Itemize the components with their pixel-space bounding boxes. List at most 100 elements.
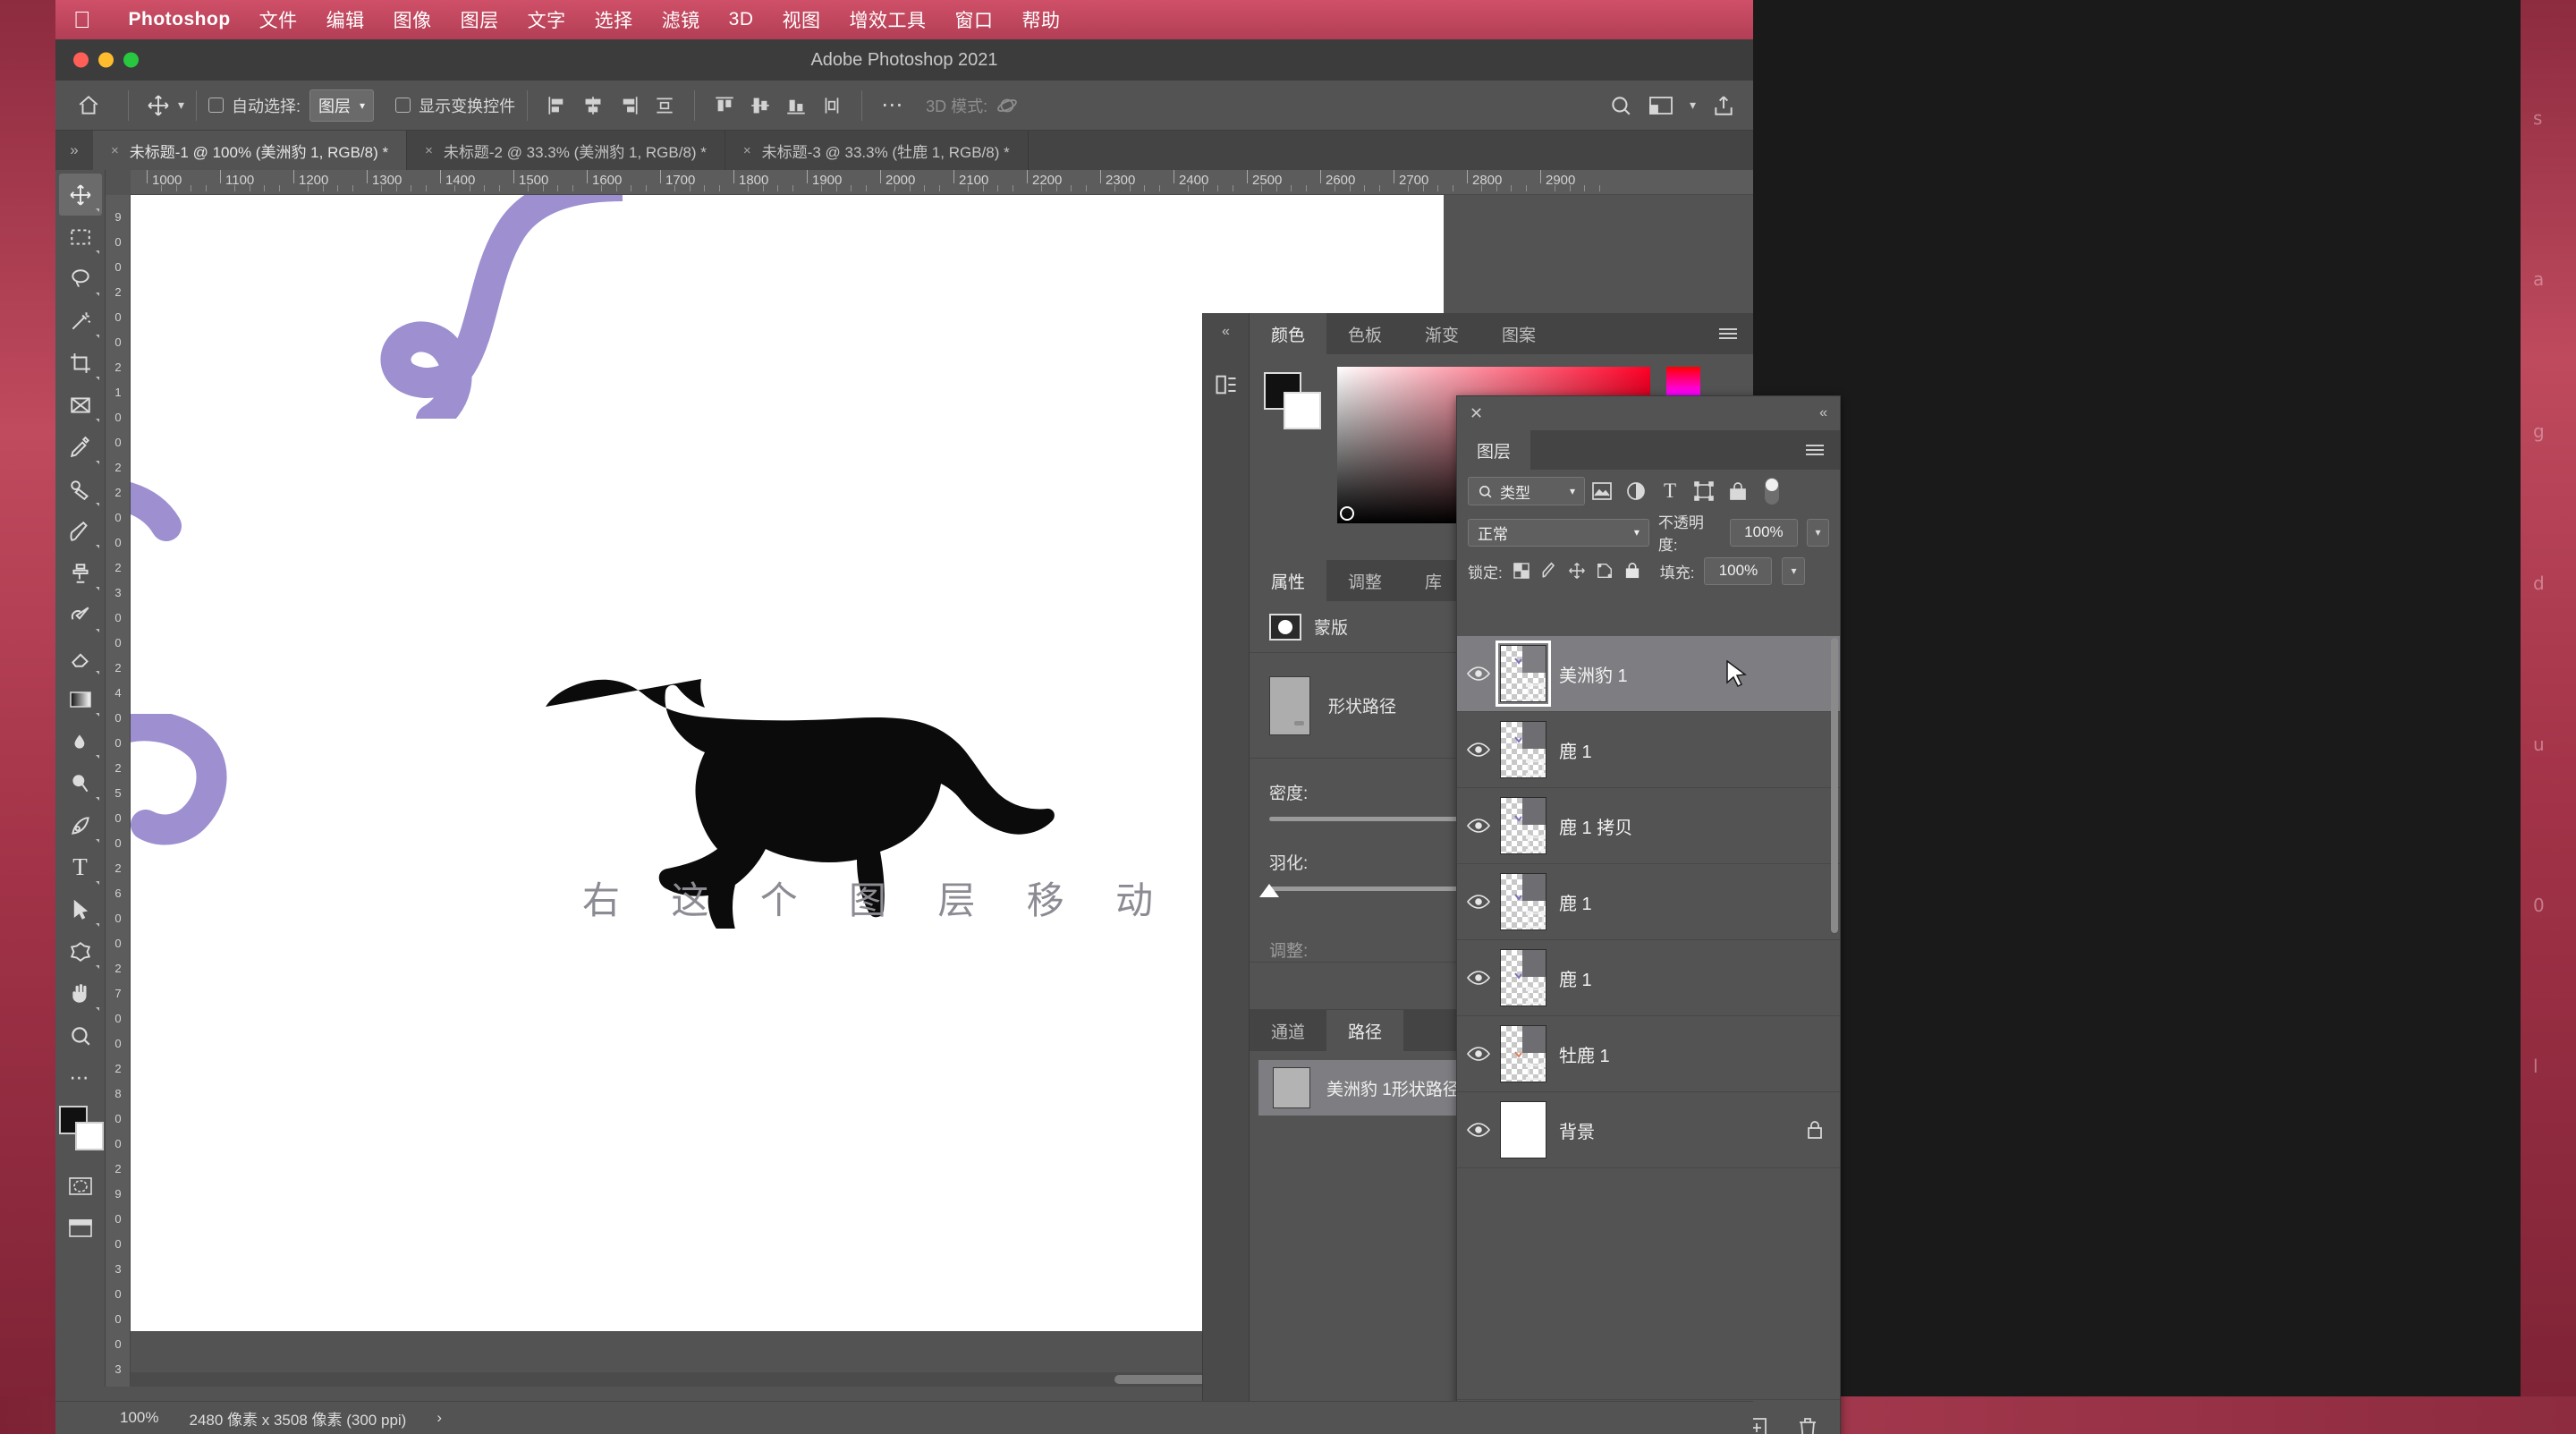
layer-visibility-icon[interactable] <box>1457 1046 1500 1062</box>
tab-libraries[interactable]: 库 <box>1403 560 1463 601</box>
layer-visibility-icon[interactable] <box>1457 742 1500 758</box>
tab-color[interactable]: 颜色 <box>1250 313 1326 354</box>
tab-scroll-icon[interactable]: » <box>55 131 93 170</box>
share-icon[interactable] <box>1712 94 1735 117</box>
horizontal-ruler[interactable]: 1000110012001300140015001600170018001900… <box>131 170 1753 195</box>
orbit-3d-icon[interactable] <box>987 94 1027 117</box>
layers-scrollbar[interactable] <box>1831 638 1838 933</box>
maximize-window-button[interactable] <box>123 53 139 68</box>
history-brush-tool[interactable] <box>59 594 102 636</box>
brush-tool[interactable] <box>59 510 102 552</box>
tab-layers[interactable]: 图层 <box>1457 430 1530 470</box>
document-tab-3[interactable]: × 未标题-3 @ 33.3% (牡鹿 1, RGB/8) * <box>725 131 1029 170</box>
menu-item-filter[interactable]: 滤镜 <box>648 6 715 33</box>
zoom-level[interactable]: 100% <box>120 1409 158 1427</box>
magic-wand-tool[interactable] <box>59 300 102 342</box>
path-selection-tool[interactable] <box>59 888 102 930</box>
hand-tool[interactable] <box>59 972 102 1014</box>
opacity-stepper-icon[interactable]: ▾ <box>1807 519 1829 547</box>
lock-image-icon[interactable] <box>1540 562 1558 580</box>
layer-visibility-icon[interactable] <box>1457 970 1500 986</box>
quick-mask-icon[interactable] <box>59 1165 102 1207</box>
layer-lock-icon[interactable] <box>1806 1120 1824 1140</box>
lasso-tool[interactable] <box>59 258 102 300</box>
layer-visibility-icon[interactable] <box>1457 1122 1500 1138</box>
type-filter-icon[interactable]: T <box>1653 479 1687 503</box>
blur-tool[interactable] <box>59 720 102 762</box>
more-options-icon[interactable]: ⋯ <box>874 92 911 118</box>
layer-filter-dropdown[interactable]: 类型 ▾ <box>1468 477 1585 505</box>
layer-row[interactable]: 美洲豹 1 <box>1457 636 1840 712</box>
chevron-down-icon[interactable]: ▾ <box>1690 98 1696 113</box>
opacity-value[interactable]: 100% <box>1730 519 1798 547</box>
fill-value[interactable]: 100% <box>1704 557 1772 585</box>
close-icon[interactable]: ✕ <box>1470 404 1483 423</box>
align-top-icon[interactable] <box>709 90 740 121</box>
menu-item-edit[interactable]: 编辑 <box>312 6 379 33</box>
layer-thumbnail[interactable] <box>1500 1101 1546 1158</box>
layer-thumbnail[interactable] <box>1500 1025 1546 1082</box>
menu-item-file[interactable]: 文件 <box>245 6 312 33</box>
shape-filter-icon[interactable] <box>1687 481 1721 501</box>
layer-thumbnail[interactable] <box>1500 645 1546 702</box>
close-window-button[interactable] <box>73 53 89 68</box>
menu-item-select[interactable]: 选择 <box>580 6 648 33</box>
type-tool[interactable]: T <box>59 846 102 888</box>
distribute-h-icon[interactable] <box>649 90 680 121</box>
feather-slider-handle[interactable] <box>1259 884 1279 897</box>
menu-item-image[interactable]: 图像 <box>379 6 446 33</box>
move-tool[interactable] <box>59 174 102 216</box>
search-icon[interactable] <box>1609 94 1632 117</box>
screen-mode-icon[interactable] <box>59 1207 102 1249</box>
menu-item-type[interactable]: 文字 <box>513 6 580 33</box>
color-swatches[interactable] <box>57 1104 104 1150</box>
pen-tool[interactable] <box>59 804 102 846</box>
color-picker-handle[interactable] <box>1340 506 1354 521</box>
panel-menu-icon[interactable] <box>1717 313 1753 354</box>
layer-thumbnail[interactable] <box>1500 797 1546 854</box>
layer-row[interactable]: 背景 <box>1457 1092 1840 1168</box>
marquee-tool[interactable] <box>59 216 102 258</box>
blend-mode-dropdown[interactable]: 正常 ▾ <box>1468 519 1649 547</box>
show-transform-checkbox[interactable] <box>395 98 411 113</box>
home-icon[interactable] <box>68 88 109 123</box>
crop-tool[interactable] <box>59 342 102 384</box>
tab-properties[interactable]: 属性 <box>1250 560 1326 601</box>
layer-thumbnail[interactable] <box>1500 949 1546 1006</box>
menu-item-window[interactable]: 窗口 <box>941 6 1008 33</box>
background-color-swatch[interactable] <box>1284 392 1321 429</box>
layer-row[interactable]: 鹿 1 拷贝 <box>1457 788 1840 864</box>
clone-stamp-tool[interactable] <box>59 552 102 594</box>
distribute-v-icon[interactable] <box>817 90 847 121</box>
menu-item-layer[interactable]: 图层 <box>446 6 513 33</box>
layers-list[interactable]: 美洲豹 1鹿 1鹿 1 拷贝鹿 1鹿 1牡鹿 1背景 <box>1457 636 1840 1399</box>
menu-item-photoshop[interactable]: Photoshop <box>114 9 245 30</box>
tab-gradients[interactable]: 渐变 <box>1403 313 1480 354</box>
layer-thumbnail[interactable] <box>1500 873 1546 930</box>
adjustment-filter-icon[interactable] <box>1619 481 1653 501</box>
menu-item-plugins[interactable]: 增效工具 <box>835 6 941 33</box>
align-right-icon[interactable] <box>614 90 644 121</box>
lock-artboard-icon[interactable] <box>1596 562 1614 580</box>
collapse-icon[interactable]: « <box>1819 405 1827 421</box>
fill-stepper-icon[interactable]: ▾ <box>1782 557 1805 585</box>
document-tab-1[interactable]: × 未标题-1 @ 100% (美洲豹 1, RGB/8) * <box>93 131 407 170</box>
pixel-filter-icon[interactable] <box>1585 481 1619 501</box>
more-tools[interactable]: ⋯ <box>59 1056 102 1099</box>
tab-paths[interactable]: 路径 <box>1326 1010 1403 1051</box>
background-color-swatch[interactable] <box>75 1122 104 1150</box>
workspace-icon[interactable] <box>1648 95 1674 116</box>
path-thumbnail[interactable] <box>1269 676 1310 735</box>
menu-item-help[interactable]: 帮助 <box>1008 6 1075 33</box>
tab-adjustments[interactable]: 调整 <box>1326 560 1403 601</box>
status-chevron-icon[interactable]: › <box>436 1409 442 1427</box>
smart-object-filter-icon[interactable] <box>1721 481 1755 501</box>
document-tab-2[interactable]: × 未标题-2 @ 33.3% (美洲豹 1, RGB/8) * <box>407 131 725 170</box>
eraser-tool[interactable] <box>59 636 102 678</box>
healing-brush-tool[interactable] <box>59 468 102 510</box>
color-panel-swatches[interactable] <box>1264 372 1321 429</box>
window-controls[interactable] <box>73 53 139 68</box>
lock-transparent-icon[interactable] <box>1513 562 1530 580</box>
move-tool-icon[interactable] <box>140 94 176 117</box>
lock-position-icon[interactable] <box>1568 562 1586 580</box>
